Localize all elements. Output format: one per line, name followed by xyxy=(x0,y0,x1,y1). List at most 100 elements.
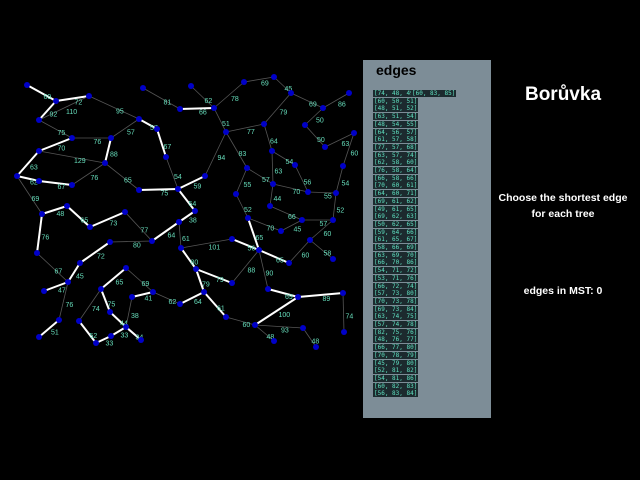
graph-node[interactable] xyxy=(288,90,294,96)
graph-node[interactable] xyxy=(223,129,229,135)
graph-node[interactable] xyxy=(175,186,181,192)
graph-edge xyxy=(88,95,140,120)
graph-node[interactable] xyxy=(86,93,92,99)
graph-node[interactable] xyxy=(351,130,357,136)
graph-node[interactable] xyxy=(154,126,160,132)
graph-node[interactable] xyxy=(265,286,271,292)
graph-node[interactable] xyxy=(87,224,93,230)
graph-edge xyxy=(294,164,309,193)
graph-node[interactable] xyxy=(320,105,326,111)
graph-node[interactable] xyxy=(93,340,99,346)
graph-node[interactable] xyxy=(341,329,347,335)
graph-node[interactable] xyxy=(292,162,298,168)
mst-edge xyxy=(138,188,179,191)
edge-weight-label: 38 xyxy=(189,218,197,225)
graph-node[interactable] xyxy=(286,260,292,266)
graph-node[interactable] xyxy=(36,117,42,123)
graph-node[interactable] xyxy=(233,191,239,197)
graph-node[interactable] xyxy=(322,144,328,150)
graph-node[interactable] xyxy=(107,239,113,245)
graph-node[interactable] xyxy=(192,208,198,214)
graph-edge xyxy=(225,131,248,169)
graph-node[interactable] xyxy=(178,245,184,251)
graph-node[interactable] xyxy=(108,333,114,339)
graph-node[interactable] xyxy=(36,178,42,184)
mst-edge xyxy=(26,84,57,102)
graph-node[interactable] xyxy=(136,116,142,122)
graph-node[interactable] xyxy=(64,203,70,209)
graph-node[interactable] xyxy=(193,266,199,272)
graph-node[interactable] xyxy=(313,344,319,350)
graph-node[interactable] xyxy=(129,294,135,300)
edge-weight-label: 67 xyxy=(164,144,172,151)
graph-node[interactable] xyxy=(229,280,235,286)
graph-node[interactable] xyxy=(122,209,128,215)
graph-node[interactable] xyxy=(241,79,247,85)
graph-node[interactable] xyxy=(202,173,208,179)
graph-node[interactable] xyxy=(278,228,284,234)
graph-node[interactable] xyxy=(176,219,182,225)
graph-node[interactable] xyxy=(53,98,59,104)
graph-node[interactable] xyxy=(346,90,352,96)
graph-node[interactable] xyxy=(305,189,311,195)
graph-node[interactable] xyxy=(102,160,108,166)
graph-node[interactable] xyxy=(211,105,217,111)
graph-edge xyxy=(125,267,154,293)
edge-weight-label: 70 xyxy=(267,226,275,233)
graph-node[interactable] xyxy=(36,148,42,154)
graph-node[interactable] xyxy=(76,318,82,324)
graph-node[interactable] xyxy=(244,165,250,171)
graph-node[interactable] xyxy=(300,325,306,331)
graph-node[interactable] xyxy=(39,211,45,217)
graph-node[interactable] xyxy=(123,265,129,271)
graph-node[interactable] xyxy=(123,324,129,330)
graph-node[interactable] xyxy=(340,290,346,296)
graph-node[interactable] xyxy=(136,187,142,193)
graph-node[interactable] xyxy=(163,154,169,160)
graph-node[interactable] xyxy=(267,203,273,209)
graph-node[interactable] xyxy=(65,279,71,285)
graph-node[interactable] xyxy=(201,289,207,295)
graph-node[interactable] xyxy=(177,106,183,112)
graph-node[interactable] xyxy=(69,182,75,188)
graph-node[interactable] xyxy=(138,337,144,343)
graph-node[interactable] xyxy=(36,334,42,340)
graph-node[interactable] xyxy=(107,309,113,315)
graph-node[interactable] xyxy=(245,215,251,221)
graph-node[interactable] xyxy=(295,294,301,300)
graph-node[interactable] xyxy=(24,82,30,88)
graph-node[interactable] xyxy=(330,217,336,223)
graph-node[interactable] xyxy=(270,181,276,187)
graph-node[interactable] xyxy=(271,74,277,80)
graph-node[interactable] xyxy=(188,83,194,89)
graph-node[interactable] xyxy=(256,247,262,253)
graph-node[interactable] xyxy=(41,288,47,294)
graph-node[interactable] xyxy=(307,237,313,243)
graph-node[interactable] xyxy=(252,322,258,328)
graph-node[interactable] xyxy=(69,135,75,141)
graph-edge xyxy=(271,150,274,185)
graph-node[interactable] xyxy=(271,338,277,344)
graph-node[interactable] xyxy=(177,301,183,307)
graph-node[interactable] xyxy=(56,317,62,323)
graph-node[interactable] xyxy=(223,314,229,320)
graph-node[interactable] xyxy=(140,85,146,91)
graph-node[interactable] xyxy=(108,135,114,141)
graph-node[interactable] xyxy=(340,163,346,169)
graph-node[interactable] xyxy=(261,121,267,127)
graph-node[interactable] xyxy=(302,122,308,128)
graph-node[interactable] xyxy=(98,286,104,292)
graph-node[interactable] xyxy=(333,190,339,196)
edge-list-item: [60, 82, 83] xyxy=(373,382,419,390)
graph-node[interactable] xyxy=(77,260,83,266)
graph-node[interactable] xyxy=(330,256,336,262)
graph-node[interactable] xyxy=(149,238,155,244)
graph-node[interactable] xyxy=(34,250,40,256)
graph-node[interactable] xyxy=(150,289,156,295)
graph-node[interactable] xyxy=(229,236,235,242)
edge-list-item: [48, 76, 77] xyxy=(373,336,419,344)
edge-weight-label: 60 xyxy=(302,253,310,260)
graph-node[interactable] xyxy=(269,148,275,154)
graph-node[interactable] xyxy=(14,173,20,179)
graph-node[interactable] xyxy=(299,217,305,223)
